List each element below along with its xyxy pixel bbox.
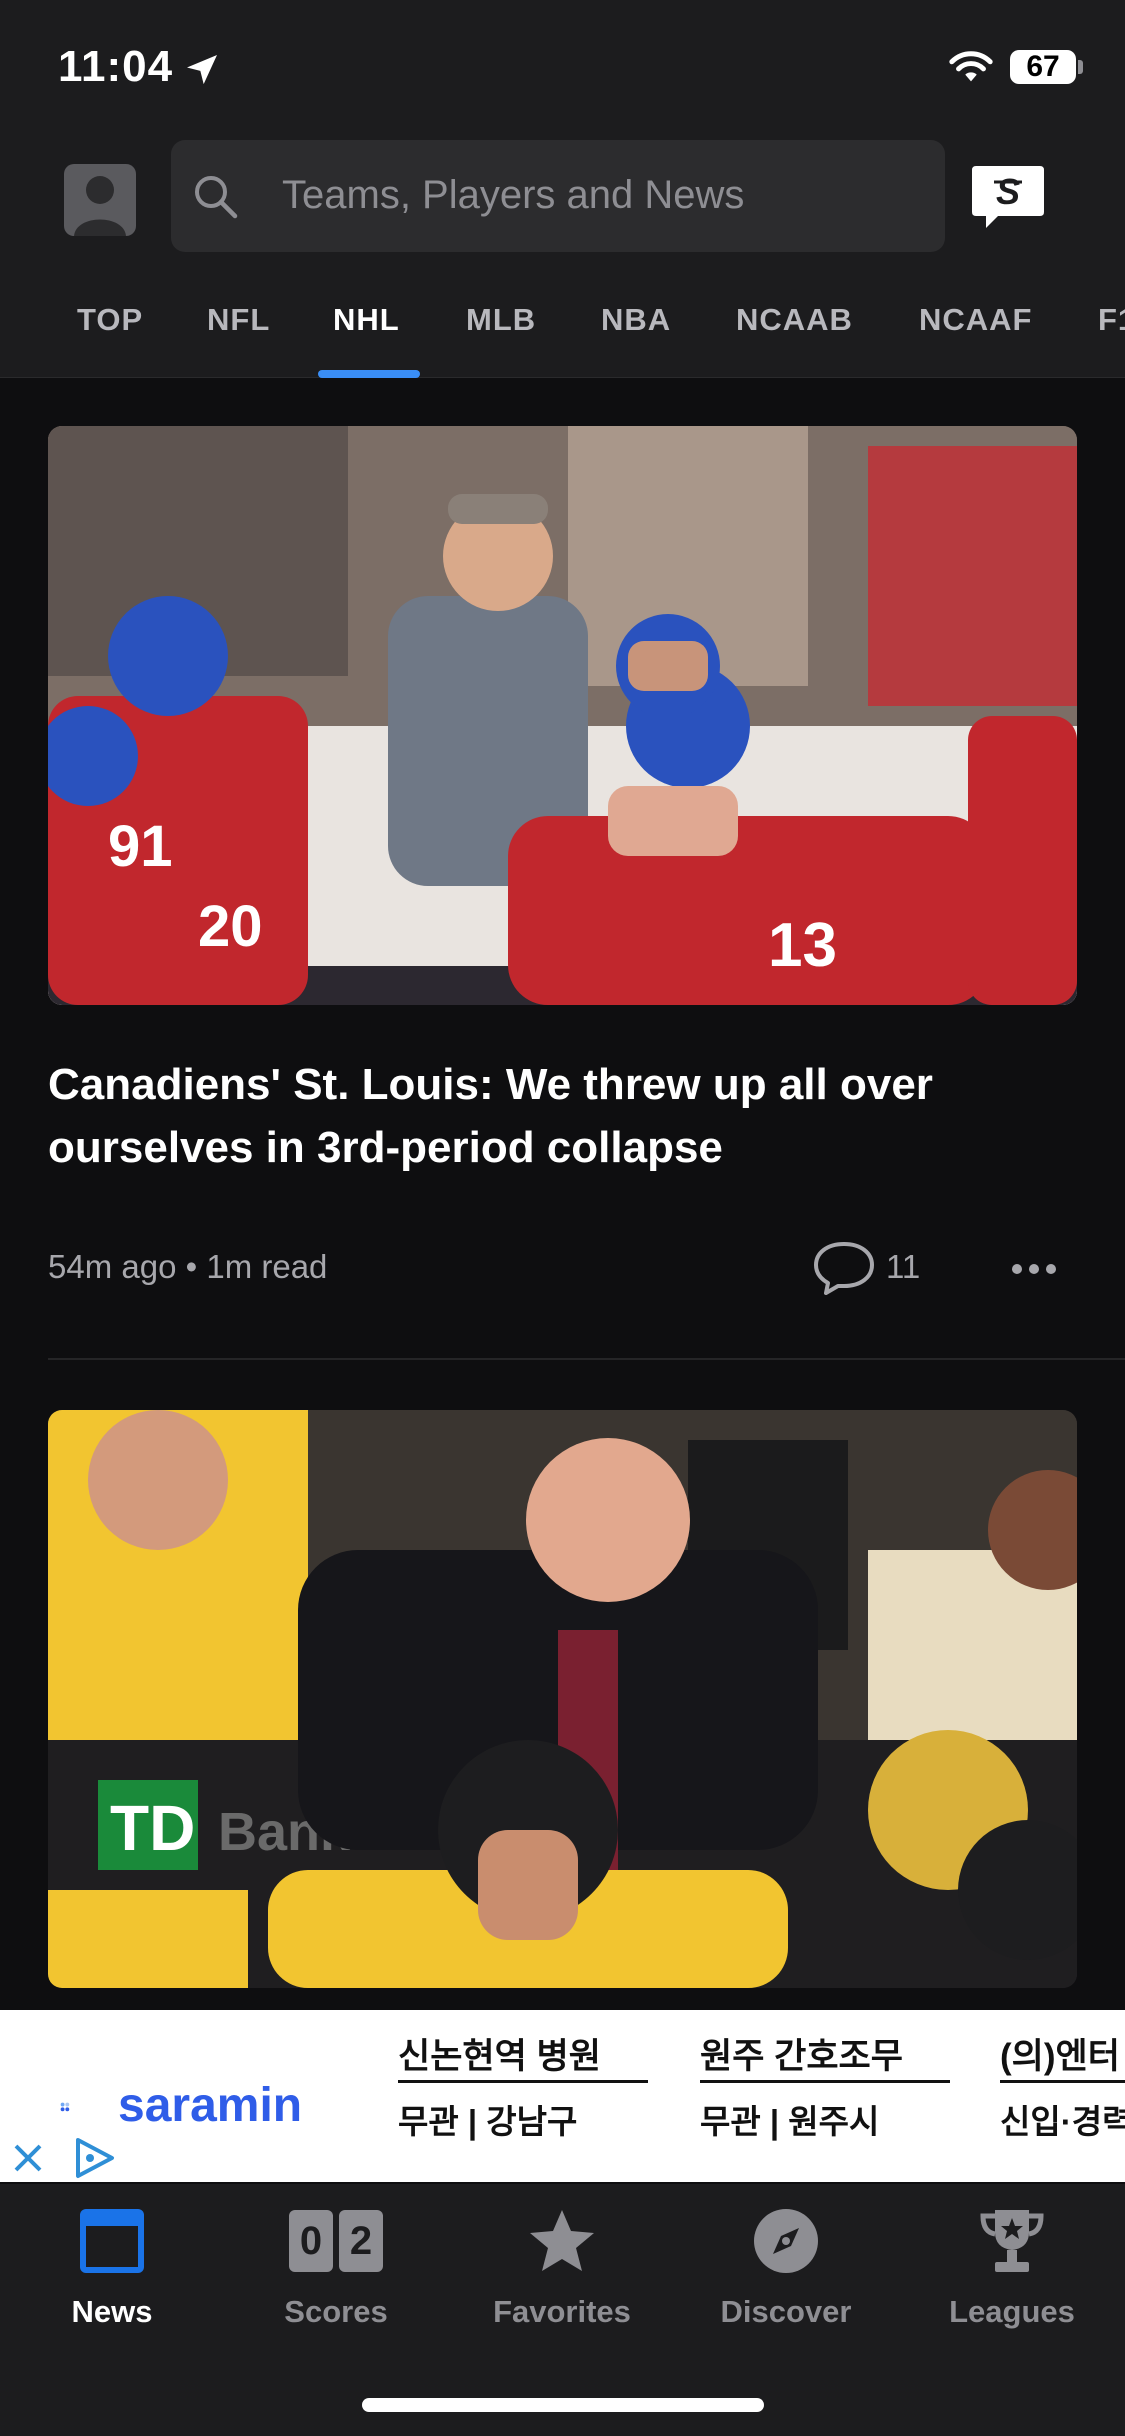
tab-nba[interactable]: NBA (601, 302, 671, 338)
svg-text:TD: TD (110, 1792, 195, 1864)
svg-text:S: S (996, 171, 1020, 212)
search-bar[interactable]: Teams, Players and News (171, 140, 945, 252)
bottom-tab-bar: News 0 2 Scores Favorites Discover Leagu… (0, 2184, 1125, 2436)
star-icon (530, 2210, 594, 2271)
status-time: 11:04 (58, 42, 174, 91)
tabbar-discover[interactable]: Discover (706, 2206, 866, 2330)
search-icon (195, 176, 238, 219)
tabbar-news[interactable]: News (32, 2206, 192, 2330)
tab-mlb[interactable]: MLB (466, 302, 536, 338)
league-tabs: TOP NFL NHL MLB NBA NCAAB NCAAF F1 (0, 288, 1125, 378)
comment-count: 11 (886, 1248, 921, 1285)
svg-text:91: 91 (108, 814, 173, 879)
tabbar-scores[interactable]: 0 2 Scores (256, 2206, 416, 2330)
ad-banner[interactable]: saramin 신논현역 병원 무관 | 강남구 원주 간호조무 무관 | 원주… (0, 2010, 1125, 2182)
ad-job-divider (700, 2080, 950, 2083)
battery-indicator: 67 (1010, 50, 1076, 84)
tabbar-label: Leagues (949, 2294, 1075, 2329)
battery-tip (1078, 60, 1083, 74)
tabbar-label: Discover (720, 2294, 852, 2329)
tabbar-favorites[interactable]: Favorites (482, 2206, 642, 2330)
tab-nhl[interactable]: NHL (333, 302, 400, 338)
person-icon (74, 176, 126, 236)
news-icon (80, 2209, 144, 2273)
tab-nfl[interactable]: NFL (207, 302, 270, 338)
more-options-icon[interactable] (1010, 1262, 1058, 1276)
search-placeholder: Teams, Players and News (282, 173, 745, 217)
tabbar-leagues[interactable]: Leagues (932, 2206, 1092, 2330)
tabbar-label: Scores (284, 2294, 388, 2329)
ad-job-3[interactable]: (의)엔터 신입·경력 (1000, 2028, 1125, 2143)
status-bar: 11:04 67 (0, 0, 1125, 138)
ad-job-divider (1000, 2080, 1125, 2083)
tab-top[interactable]: TOP (77, 302, 143, 338)
ad-job-title: 신논현역 병원 (398, 2037, 601, 2076)
tab-ncaaf[interactable]: NCAAF (919, 302, 1033, 338)
article-image-bruins[interactable]: TD Bank (48, 1410, 1077, 1988)
trophy-icon (980, 2210, 1044, 2272)
meta-separator: • (185, 1248, 207, 1285)
score-digit: 2 (339, 2210, 383, 2272)
score-digit: 0 (289, 2210, 333, 2272)
home-indicator[interactable] (362, 2398, 764, 2412)
article-divider (48, 1358, 1125, 1360)
svg-text:13: 13 (768, 911, 837, 980)
wifi-icon (949, 51, 993, 82)
ad-job-detail: 무관 | 강남구 (398, 2103, 578, 2140)
canadiens-bench-photo: 13 20 91 (48, 426, 1077, 1005)
article-age: 54m ago (48, 1248, 177, 1285)
close-icon[interactable] (10, 2140, 46, 2176)
active-tab-indicator (318, 370, 420, 378)
tab-f1[interactable]: F1 (1098, 302, 1125, 338)
tab-ncaab[interactable]: NCAAB (736, 302, 853, 338)
ad-job-detail: 무관 | 원주시 (700, 2103, 880, 2140)
scores-icon: 0 2 (286, 2206, 386, 2276)
article-read-time: 1m read (206, 1248, 328, 1285)
chat-icon[interactable]: S (968, 164, 1048, 230)
location-arrow-icon (187, 55, 217, 85)
ad-job-1[interactable]: 신논현역 병원 무관 | 강남구 (398, 2028, 648, 2143)
article-meta: 54m ago • 1m read (48, 1248, 327, 1286)
comment-icon[interactable] (812, 1240, 876, 1296)
article-headline[interactable]: Canadiens' St. Louis: We threw up all ov… (48, 1053, 1078, 1179)
ad-job-detail: 신입·경력 (1000, 2103, 1125, 2140)
ad-job-divider (398, 2080, 648, 2083)
ad-brand: saramin (118, 2079, 303, 2132)
saramin-logo-icon (60, 2102, 70, 2112)
article-image-canadiens[interactable]: 13 20 91 (48, 426, 1077, 1005)
adchoices-play-icon[interactable] (72, 2136, 118, 2180)
svg-text:20: 20 (198, 894, 263, 959)
ad-job-2[interactable]: 원주 간호조무 무관 | 원주시 (700, 2028, 950, 2143)
ad-job-title: 원주 간호조무 (700, 2037, 903, 2076)
profile-avatar[interactable] (64, 164, 136, 236)
bruins-bench-photo: TD Bank (48, 1410, 1077, 1988)
tabbar-label: Favorites (493, 2294, 631, 2329)
app-header: Teams, Players and News S TOP NFL NHL ML… (0, 138, 1125, 378)
tabbar-label: News (71, 2294, 153, 2329)
compass-icon (754, 2209, 818, 2273)
ad-job-title: (의)엔터 (1000, 2037, 1120, 2076)
